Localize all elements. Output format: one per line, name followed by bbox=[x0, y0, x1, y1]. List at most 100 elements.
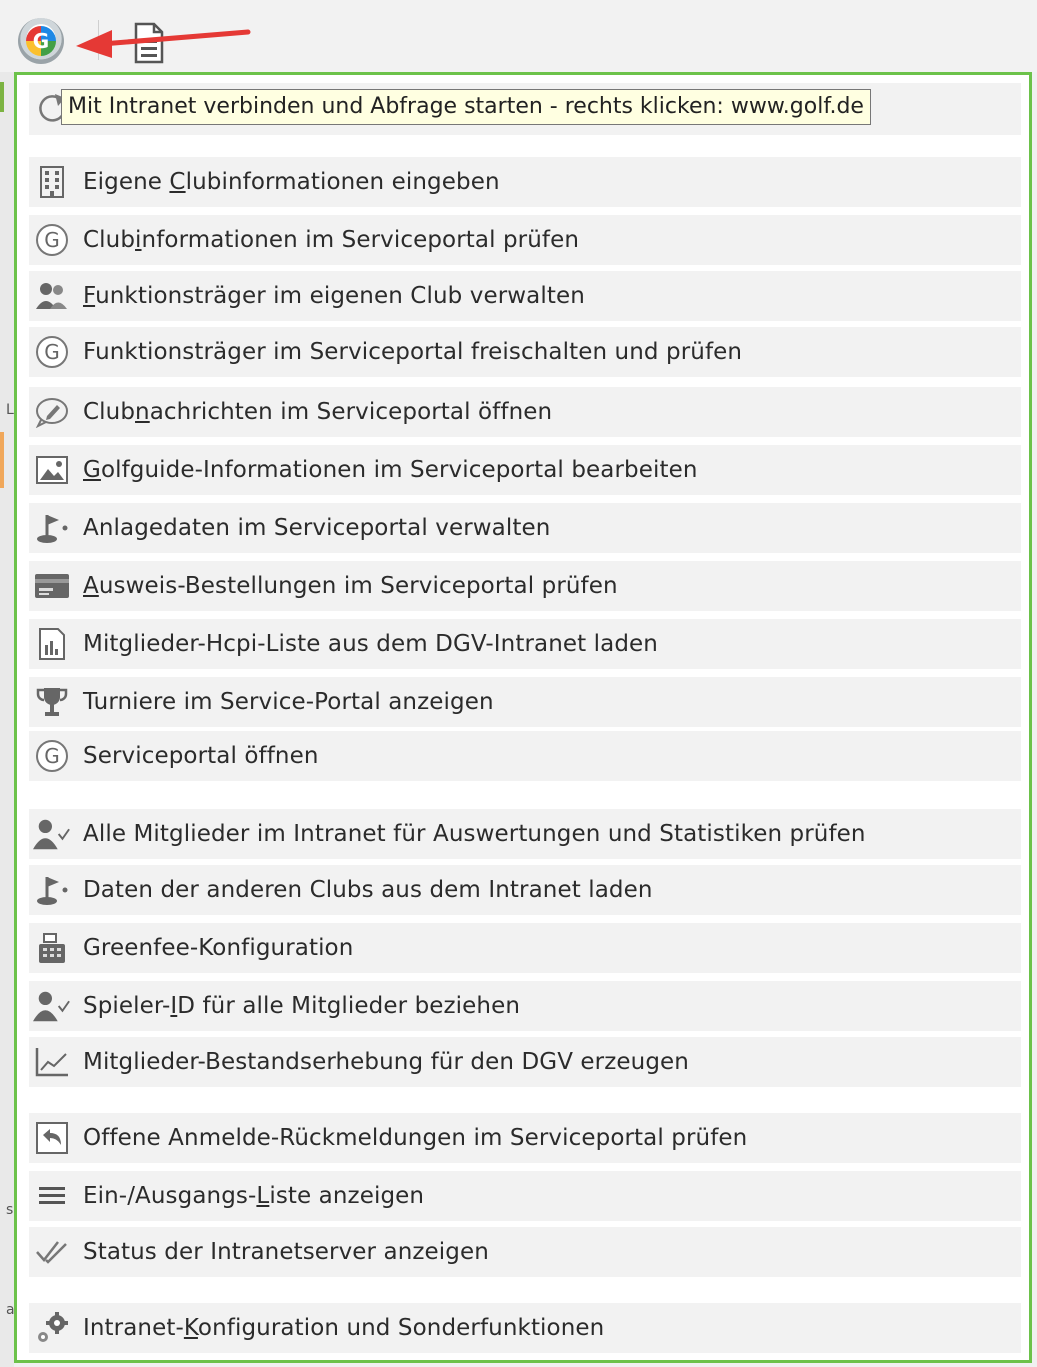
label-text: iste anzeigen bbox=[269, 1183, 425, 1209]
menu-item-label: Spieler-ID für alle Mitglieder beziehen bbox=[83, 993, 520, 1019]
image-icon bbox=[33, 451, 71, 489]
label-text: Offene Anmelde-Rückmeldungen im Servicep… bbox=[83, 1125, 748, 1151]
menu-item-label: Alle Mitglieder im Intranet für Auswertu… bbox=[83, 821, 866, 847]
menu-item[interactable]: Clubnachrichten im Serviceportal öffnen bbox=[29, 387, 1021, 437]
g-circle-icon: G bbox=[33, 737, 71, 775]
menu-item-label: Offene Anmelde-Rückmeldungen im Servicep… bbox=[83, 1125, 747, 1151]
label-text: Ein-/Ausgangs- bbox=[83, 1183, 257, 1209]
gears-icon bbox=[33, 1309, 71, 1347]
menu-item-label: Funktionsträger im Serviceportal freisch… bbox=[83, 339, 742, 365]
label-text: Alle Mitglieder im Intranet für Auswertu… bbox=[83, 821, 866, 847]
cash-register-icon bbox=[33, 929, 71, 967]
g-circle-icon: G bbox=[33, 333, 71, 371]
svg-text:G: G bbox=[44, 744, 60, 768]
label-text: Funktionsträger im Serviceportal freisch… bbox=[83, 339, 743, 365]
label-text: achrichten im Serviceportal öffnen bbox=[149, 399, 553, 425]
menu-item[interactable]: Mitglieder-Bestandserhebung für den DGV … bbox=[29, 1037, 1021, 1087]
list-icon bbox=[33, 1177, 71, 1215]
menu-item-label: Serviceportal öffnen bbox=[83, 743, 319, 769]
label-text: Club bbox=[83, 227, 136, 253]
menu-item[interactable]: Ein-/Ausgangs-Liste anzeigen bbox=[29, 1171, 1021, 1221]
people-icon bbox=[33, 277, 71, 315]
label-text: Spieler- bbox=[83, 993, 171, 1019]
intranet-dropdown-menu: Mit Intranet verbinden und Abfrage start… bbox=[14, 72, 1032, 1363]
svg-text:G: G bbox=[44, 228, 60, 252]
accelerator-key: A bbox=[83, 573, 99, 599]
label-text: nformationen im Serviceportal prüfen bbox=[141, 227, 580, 253]
menu-item-label: Daten der anderen Clubs aus dem Intranet… bbox=[83, 877, 653, 903]
label-text: Anlagedaten im Serviceportal verwalten bbox=[83, 515, 551, 541]
menu-item[interactable]: Eigene Clubinformationen eingeben bbox=[29, 157, 1021, 207]
chat-pencil-icon bbox=[33, 393, 71, 431]
label-text: Status der Intranetserver anzeigen bbox=[83, 1239, 489, 1265]
id-card-icon bbox=[33, 567, 71, 605]
label-text: usweis-Bestellungen im Serviceportal prü… bbox=[98, 573, 618, 599]
label-text: unktionsträger im eigenen Club verwalten bbox=[95, 283, 585, 309]
accelerator-key: n bbox=[135, 399, 150, 425]
golf-flag-icon bbox=[33, 871, 71, 909]
accelerator-key: L bbox=[256, 1183, 270, 1209]
menu-item-label: Eigene Clubinformationen eingeben bbox=[83, 169, 500, 195]
menu-item[interactable]: Golfguide-Informationen im Serviceportal… bbox=[29, 445, 1021, 495]
background-window-strip: L s a bbox=[0, 72, 15, 1367]
label-text: D für alle Mitglieder beziehen bbox=[177, 993, 521, 1019]
g-circle-icon: G bbox=[33, 221, 71, 259]
user-check-icon bbox=[33, 815, 71, 853]
golf-flag-icon bbox=[33, 509, 71, 547]
trophy-icon bbox=[33, 683, 71, 721]
menu-item-label: Status der Intranetserver anzeigen bbox=[83, 1239, 489, 1265]
building-icon bbox=[33, 163, 71, 201]
label-text: Daten der anderen Clubs aus dem Intranet… bbox=[83, 877, 653, 903]
menu-item[interactable]: Status der Intranetserver anzeigen bbox=[29, 1227, 1021, 1277]
svg-text:G: G bbox=[44, 340, 60, 364]
menu-item[interactable]: Daten der anderen Clubs aus dem Intranet… bbox=[29, 865, 1021, 915]
menu-item-label: Funktionsträger im eigenen Club verwalte… bbox=[83, 283, 585, 309]
user-check-icon bbox=[33, 987, 71, 1025]
label-text: Turniere im Service-Portal anzeigen bbox=[83, 689, 494, 715]
label-text: lubinformationen eingeben bbox=[185, 169, 500, 195]
menu-item[interactable]: Intranet-Konfiguration und Sonderfunktio… bbox=[29, 1303, 1021, 1353]
menu-item[interactable]: Spieler-ID für alle Mitglieder beziehen bbox=[29, 981, 1021, 1031]
label-text: olfguide-Informationen im Serviceportal … bbox=[100, 457, 698, 483]
label-text: onfiguration und Sonderfunktionen bbox=[197, 1315, 605, 1341]
red-pointer-arrow bbox=[76, 29, 251, 58]
tooltip: Mit Intranet verbinden und Abfrage start… bbox=[61, 89, 871, 125]
line-chart-icon bbox=[33, 1043, 71, 1081]
label-text: Serviceportal öffnen bbox=[83, 743, 319, 769]
menu-item-label: Intranet-Konfiguration und Sonderfunktio… bbox=[83, 1315, 604, 1341]
toolbar: G bbox=[0, 0, 1037, 72]
menu-item-label: Ein-/Ausgangs-Liste anzeigen bbox=[83, 1183, 424, 1209]
menu-item-label: Anlagedaten im Serviceportal verwalten bbox=[83, 515, 550, 541]
menu-item-label: Ausweis-Bestellungen im Serviceportal pr… bbox=[83, 573, 618, 599]
accelerator-key: G bbox=[83, 457, 101, 483]
accelerator-key: F bbox=[83, 283, 96, 309]
menu-item[interactable]: Mitglieder-Hcpi-Liste aus dem DGV-Intran… bbox=[29, 619, 1021, 669]
label-text: Eigene bbox=[83, 169, 170, 195]
label-text: Intranet- bbox=[83, 1315, 184, 1341]
accelerator-key: K bbox=[183, 1315, 198, 1341]
menu-item[interactable]: Anlagedaten im Serviceportal verwalten bbox=[29, 503, 1021, 553]
menu-item-label: Clubinformationen im Serviceportal prüfe… bbox=[83, 227, 579, 253]
menu-item[interactable]: Turniere im Service-Portal anzeigen bbox=[29, 677, 1021, 727]
menu-item[interactable]: G Funktionsträger im Serviceportal freisc… bbox=[29, 327, 1021, 377]
label-text: Mitglieder-Bestandserhebung für den DGV … bbox=[83, 1049, 689, 1075]
menu-item-label: Clubnachrichten im Serviceportal öffnen bbox=[83, 399, 552, 425]
label-text: Club bbox=[83, 399, 136, 425]
menu-item-label: Golfguide-Informationen im Serviceportal… bbox=[83, 457, 698, 483]
menu-item[interactable]: Alle Mitglieder im Intranet für Auswertu… bbox=[29, 809, 1021, 859]
menu-item[interactable]: Ausweis-Bestellungen im Serviceportal pr… bbox=[29, 561, 1021, 611]
menu-item[interactable]: G Serviceportal öffnen bbox=[29, 731, 1021, 781]
menu-item[interactable]: Offene Anmelde-Rückmeldungen im Servicep… bbox=[29, 1113, 1021, 1163]
label-text: Greenfee-Konfiguration bbox=[83, 935, 354, 961]
reply-icon bbox=[33, 1119, 71, 1157]
menu-item[interactable]: Funktionsträger im eigenen Club verwalte… bbox=[29, 271, 1021, 321]
menu-item-label: Mitglieder-Bestandserhebung für den DGV … bbox=[83, 1049, 689, 1075]
menu-item[interactable]: G Clubinformationen im Serviceportal prüf… bbox=[29, 215, 1021, 265]
chart-document-icon bbox=[33, 625, 71, 663]
menu-item-label: Greenfee-Konfiguration bbox=[83, 935, 353, 961]
menu-item[interactable]: Greenfee-Konfiguration bbox=[29, 923, 1021, 973]
menu-item-label: Turniere im Service-Portal anzeigen bbox=[83, 689, 494, 715]
accelerator-key: C bbox=[169, 169, 186, 195]
golf-intranet-button[interactable]: G bbox=[18, 18, 64, 64]
golf-intranet-g-icon: G bbox=[26, 26, 56, 56]
